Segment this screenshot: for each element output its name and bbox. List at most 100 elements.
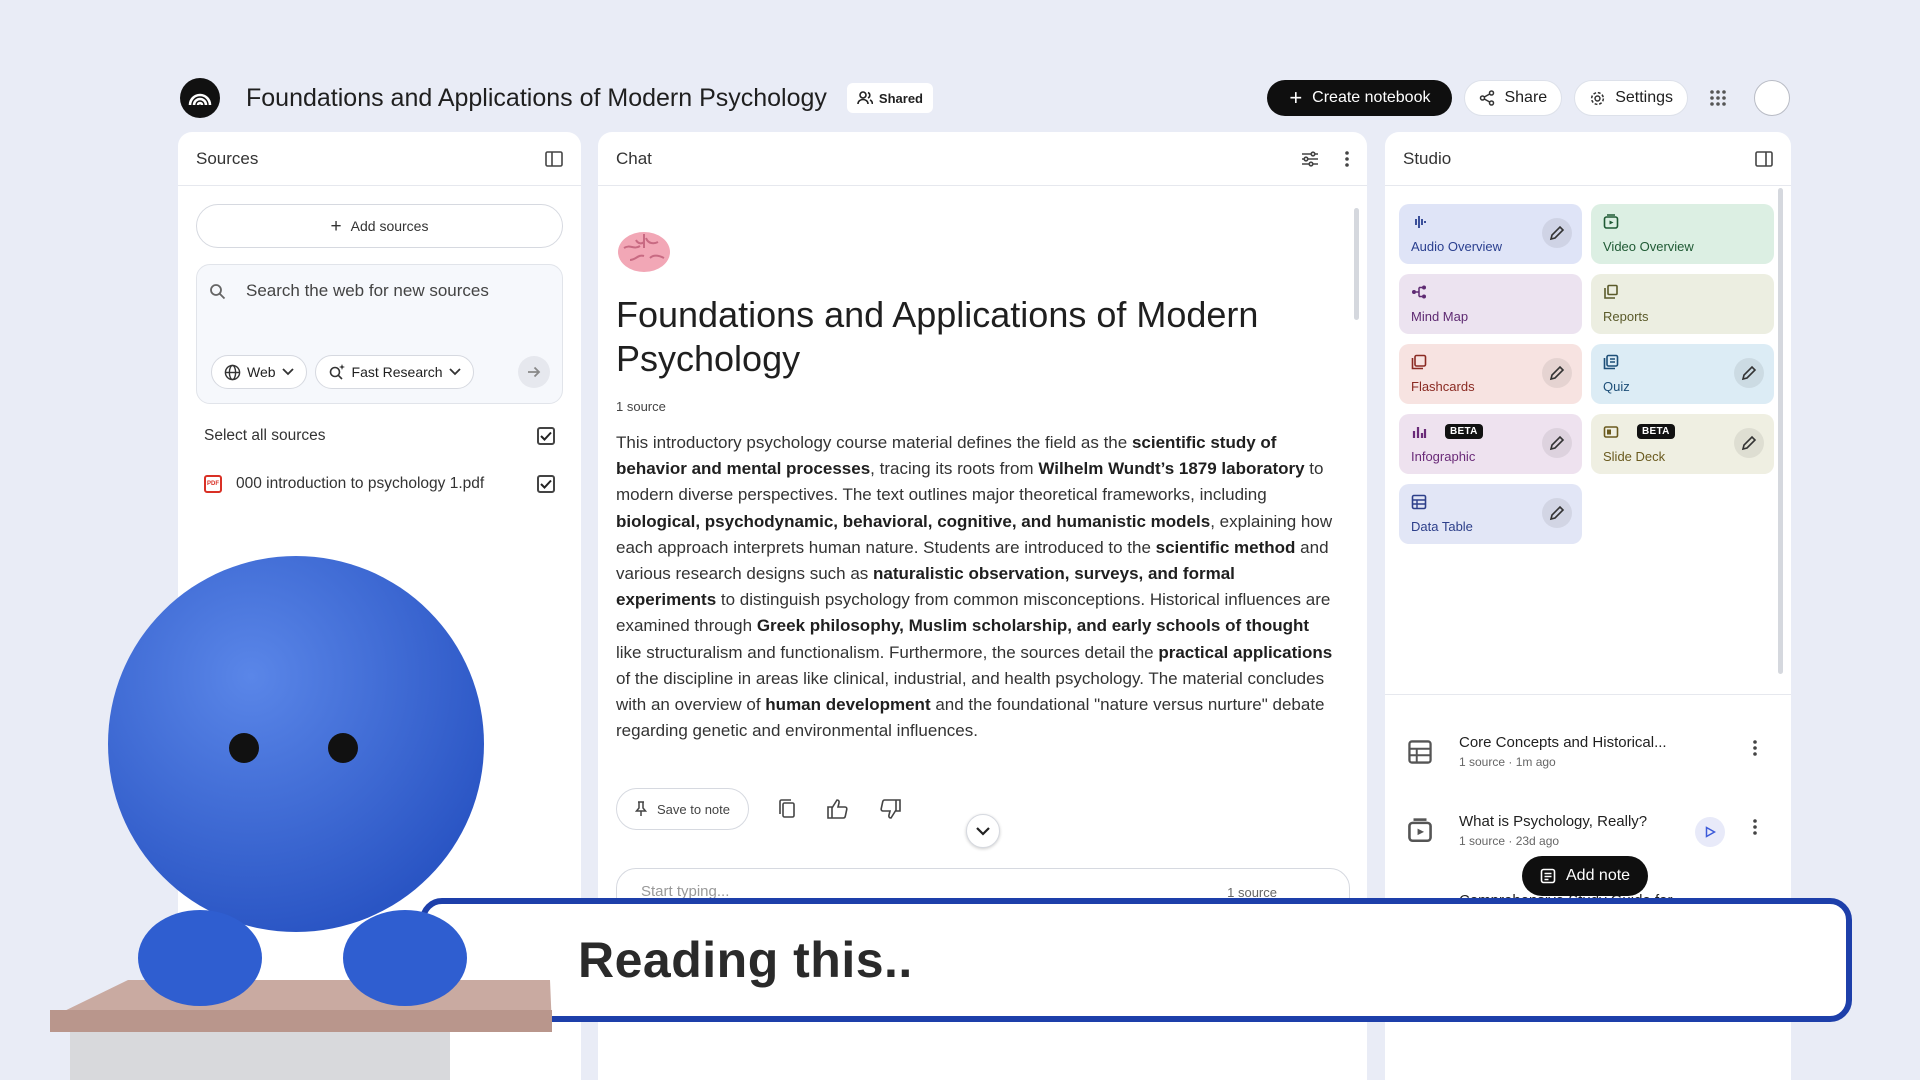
edit-pencil-icon [1549,505,1565,521]
play-button[interactable] [1695,817,1725,847]
submit-search-button[interactable] [518,356,550,388]
table-icon [1408,739,1432,764]
share-button[interactable]: Share [1464,80,1563,116]
studio-tile-label: Flashcards [1411,379,1475,394]
beta-badge: BETA [1445,424,1483,439]
studio-tile-label: Infographic [1411,449,1476,464]
video-icon [1603,214,1619,229]
add-note-button[interactable]: Add note [1522,856,1649,896]
source-checkbox[interactable] [537,475,555,493]
studio-tile-data-table[interactable]: Data Table [1399,484,1582,544]
studio-tile-label: Audio Overview [1411,239,1503,254]
select-all-checkbox[interactable] [537,427,555,445]
caption-text: Reading this.. [578,932,913,988]
save-to-note-button[interactable]: Save to note [616,788,749,830]
search-input[interactable]: Search the web for new sources [246,281,489,301]
caption-banner: Reading this.. [420,898,1852,1022]
edit-tile-button[interactable] [1734,358,1764,388]
copy-icon[interactable] [779,799,797,819]
research-mode-dropdown[interactable]: Fast Research [314,355,474,389]
slide-deck-icon [1603,426,1619,438]
save-note-label: Save to note [657,801,730,817]
more-vert-icon[interactable] [1753,740,1757,761]
note-icon [1540,868,1556,884]
edit-pencil-icon [1549,225,1565,241]
research-sparkle-icon [329,364,345,380]
studio-tile-label: Mind Map [1411,309,1469,324]
chevron-down-icon [448,368,461,376]
studio-tile-infographic[interactable]: BETA Infographic [1399,414,1582,474]
settings-button[interactable]: Settings [1574,80,1688,116]
studio-tile-slide-deck[interactable]: BETA Slide Deck [1591,414,1774,474]
reports-icon [1604,284,1618,299]
source-item[interactable]: PDF 000 introduction to psychology 1.pdf [196,460,563,508]
notebooklm-logo-icon[interactable] [180,78,220,118]
edit-tile-button[interactable] [1542,358,1572,388]
chevron-down-icon [281,368,294,376]
studio-tile-reports[interactable]: Reports [1591,274,1774,334]
chat-notebook-title: Foundations and Applications of Modern P… [616,294,1259,379]
note-title: Core Concepts and Historical... [1459,734,1667,751]
chevron-down-icon [976,826,990,836]
web-label: Web [247,364,276,380]
gear-icon [1591,91,1605,105]
edit-pencil-icon [1549,435,1565,451]
shared-label: Shared [878,90,923,106]
create-notebook-button[interactable]: + Create notebook [1267,80,1453,116]
share-label: Share [1504,89,1548,106]
blue-mascot-icon [50,556,552,1080]
edit-pencil-icon [1741,365,1757,381]
scroll-down-button[interactable] [966,814,1000,848]
web-dropdown[interactable]: Web [211,355,307,389]
checkmark-icon [540,479,552,489]
select-all-row[interactable]: Select all sources [196,412,563,460]
people-icon [857,91,873,105]
notebook-title[interactable]: Foundations and Applications of Modern P… [246,84,827,113]
note-title: What is Psychology, Really? [1459,813,1648,830]
avatar[interactable] [1754,80,1790,116]
studio-tile-label: Data Table [1411,519,1473,534]
collapse-panel-icon[interactable] [545,150,563,168]
audio-waveform-icon [1415,216,1426,228]
studio-note-item[interactable]: Core Concepts and Historical... 1 source … [1385,712,1791,791]
studio-tile-label: Slide Deck [1603,449,1666,464]
more-vert-icon[interactable] [1345,150,1349,167]
studio-tile-mind-map[interactable]: Mind Map [1399,274,1582,334]
video-icon [1408,817,1432,842]
note-meta: 1 source · 1m ago [1459,755,1556,769]
web-search-box: Search the web for new sources Web Fast … [196,264,563,404]
studio-tile-label: Video Overview [1603,239,1694,254]
studio-tile-audio-overview[interactable]: Audio Overview [1399,204,1582,264]
share-icon [1480,90,1495,106]
research-label: Fast Research [351,364,443,380]
edit-tile-button[interactable] [1542,218,1572,248]
add-sources-button[interactable]: + Add sources [196,204,563,248]
studio-divider [1385,694,1791,695]
settings-label: Settings [1615,89,1673,106]
apps-grid-icon[interactable] [1700,80,1736,116]
studio-tile-flashcards[interactable]: Flashcards [1399,344,1582,404]
chat-scrollbar[interactable] [1354,208,1359,320]
edit-tile-button[interactable] [1542,428,1572,458]
notebook-summary: This introductory psychology course mate… [616,433,1333,741]
note-meta: 1 source · 23d ago [1459,834,1560,848]
more-vert-icon[interactable] [1753,819,1757,840]
studio-tile-quiz[interactable]: Quiz [1591,344,1774,404]
thumbs-up-icon[interactable] [827,799,849,819]
pin-icon [635,801,647,816]
source-name: 000 introduction to psychology 1.pdf [236,475,485,492]
plus-icon: + [1289,85,1303,110]
tune-settings-icon[interactable] [1301,150,1319,167]
data-table-icon [1411,494,1427,510]
edit-tile-button[interactable] [1734,428,1764,458]
checkmark-icon [540,431,552,441]
create-notebook-label: Create notebook [1312,89,1431,106]
app-header: Foundations and Applications of Modern P… [180,74,1790,122]
edit-tile-button[interactable] [1542,498,1572,528]
arrow-right-icon [528,366,541,378]
shared-badge[interactable]: Shared [846,83,933,113]
studio-tile-video-overview[interactable]: Video Overview [1591,204,1774,264]
infographic-icon [1412,427,1427,438]
thumbs-down-icon[interactable] [879,799,901,819]
beta-badge: BETA [1637,424,1675,439]
